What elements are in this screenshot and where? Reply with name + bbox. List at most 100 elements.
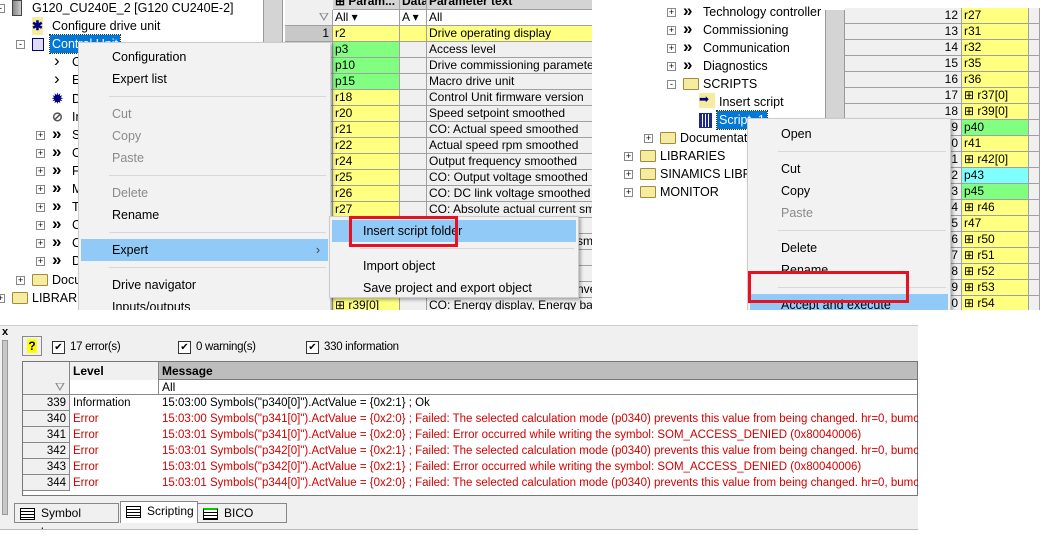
param-cell[interactable]: ⊞ r51 [962, 248, 1029, 264]
checkbox-17-error-s[interactable]: ✔ [52, 341, 65, 354]
param-cell[interactable]: r24 [333, 154, 400, 170]
close-icon[interactable]: x [2, 326, 8, 338]
param-cell[interactable]: r22 [333, 138, 400, 154]
tree-item-commissioning[interactable]: + » Commissioning [615, 20, 825, 39]
expand-icon[interactable]: + [624, 188, 633, 197]
tree-item-diagnostics[interactable]: + » Diagnostics [615, 56, 825, 75]
param-cell[interactable]: p40 [962, 120, 1029, 136]
menu-item-rename[interactable]: Rename [81, 204, 328, 226]
menu-item-configuration[interactable]: Configuration [81, 46, 328, 68]
param-cell[interactable]: ⊞ r42[0] [962, 152, 1029, 168]
row-number: 339 [23, 395, 70, 411]
menu-item-open[interactable]: Open [750, 123, 948, 145]
expand-icon[interactable]: + [624, 170, 633, 179]
expand-icon[interactable]: + [36, 166, 45, 176]
log-row[interactable]: 344 Error 15:03:01 Symbols("p344[0]").ActV… [23, 475, 918, 491]
menu-item-delete[interactable]: Delete [750, 237, 948, 259]
param-cell[interactable]: r20 [333, 106, 400, 122]
param-cell[interactable]: r2 [333, 26, 400, 42]
param-cell[interactable]: r31 [962, 24, 1029, 40]
column-header-level[interactable]: Level [70, 362, 159, 380]
menu-item-expert[interactable]: Expert › [81, 239, 328, 261]
expand-icon[interactable]: + [667, 62, 676, 71]
param-cell[interactable]: ⊞ r39[0] [962, 104, 1029, 120]
checkbox-0-warning-s[interactable]: ✔ [178, 341, 191, 354]
tree-item-configure-drive-unit[interactable]: ✱ Configure drive unit [0, 17, 262, 36]
filter-clear-icon[interactable]: ⛛ [23, 380, 70, 395]
param-cell[interactable]: r41 [962, 136, 1029, 152]
tree-item-insert-script[interactable]: ➡ Insert script [615, 93, 825, 111]
expand-icon[interactable]: + [36, 221, 45, 231]
param-cell[interactable]: r47 [962, 216, 1029, 232]
log-row[interactable]: 341 Error 15:03:01 Symbols("p341[0]").ActV… [23, 427, 917, 443]
param-cell[interactable]: p10 [333, 58, 400, 74]
expand-icon[interactable]: + [36, 130, 45, 140]
expand-icon[interactable]: + [36, 239, 45, 249]
param-cell[interactable]: r36 [962, 72, 1029, 88]
param-cell[interactable]: ⊞ r50 [962, 232, 1029, 248]
param-cell[interactable]: r25 [333, 170, 400, 186]
param-cell[interactable]: r18 [333, 90, 400, 106]
param-cell[interactable]: p45 [962, 184, 1029, 200]
filter-message-input[interactable]: All [159, 380, 917, 395]
param-cell[interactable]: ⊞ r37[0] [962, 88, 1029, 104]
expand-icon[interactable]: + [667, 44, 676, 53]
tree-item-technology-controller[interactable]: + » Technology controller [615, 2, 825, 21]
filter-level[interactable] [70, 380, 159, 395]
log-row[interactable]: 340 Error 15:03:00 Symbols("p341[0]").ActV… [23, 411, 918, 427]
log-row[interactable]: 343 Error 15:03:01 Symbols("p342[0]").ActV… [23, 459, 917, 475]
param-cell[interactable]: r21 [333, 122, 400, 138]
tree-item-g120-cu240e-2-g120-cu240e-2[interactable]: - G120_CU240E_2 [G120 CU240E-2] [0, 0, 262, 17]
param-cell[interactable]: ⊞ r54 [962, 296, 1029, 310]
expand-icon[interactable]: + [624, 152, 633, 161]
expand-icon[interactable]: + [36, 203, 45, 213]
menu-item-inputs-outputs[interactable]: Inputs/outputs [81, 296, 328, 310]
tree-item-communication[interactable]: + » Communication [615, 38, 825, 57]
collapse-icon[interactable]: - [0, 4, 5, 13]
param-cell[interactable]: ⊞ r46 [962, 200, 1029, 216]
param-cell[interactable]: ⊞ r39[0] [333, 298, 400, 310]
param-cell[interactable]: r32 [962, 40, 1029, 56]
menu-item-save-project-and-export-object[interactable]: Save project and export object [332, 277, 576, 299]
filter-text-input[interactable]: All [427, 10, 592, 26]
menu-item-drive-navigator[interactable]: Drive navigator [81, 274, 328, 296]
expand-icon[interactable]: + [0, 293, 5, 303]
filter-param-select[interactable]: All ▾ [333, 10, 400, 26]
collapse-icon[interactable]: - [667, 80, 676, 89]
tree-item-label: LIBRARIES [660, 149, 726, 163]
help-button[interactable]: ? [22, 336, 42, 356]
expand-icon[interactable]: + [667, 8, 676, 17]
menu-item-cut[interactable]: Cut [750, 158, 948, 180]
tree-item-scripts[interactable]: - SCRIPTS [615, 75, 825, 93]
expand-icon[interactable]: + [667, 26, 676, 35]
param-cell[interactable]: r26 [333, 186, 400, 202]
param-cell[interactable]: r27 [962, 8, 1029, 24]
tab-bico-server[interactable]: BICO server [197, 503, 287, 529]
expand-icon[interactable]: + [644, 134, 653, 143]
log-row[interactable]: 342 Error 15:03:01 Symbols("p342[0]").ActV… [23, 443, 918, 459]
param-cell[interactable]: r35 [962, 56, 1029, 72]
filter-clear-icon[interactable]: ⛛ [285, 10, 333, 26]
column-header-text[interactable]: Parameter text [427, 0, 592, 10]
filter-data-select[interactable]: A ▾ [400, 10, 427, 26]
expand-icon[interactable]: + [16, 275, 25, 285]
param-cell[interactable]: ⊞ r52 [962, 264, 1029, 280]
expand-icon[interactable]: + [36, 148, 45, 158]
collapse-icon[interactable]: - [16, 40, 25, 50]
expand-icon[interactable]: + [36, 257, 45, 267]
menu-item-import-object[interactable]: Import object [332, 255, 576, 277]
column-header-data[interactable]: Data [400, 0, 427, 10]
tab-symbol-browser[interactable]: Symbol browser [14, 503, 119, 529]
param-cell[interactable]: p3 [333, 42, 400, 58]
menu-item-copy[interactable]: Copy [750, 180, 948, 202]
param-cell[interactable]: ⊞ r53 [962, 280, 1029, 296]
column-header-param[interactable]: ⊞ Param... [333, 0, 400, 10]
menu-item-expert-list[interactable]: Expert list [81, 68, 328, 90]
column-header-message[interactable]: Message [159, 362, 917, 380]
param-cell[interactable]: p43 [962, 168, 1029, 184]
expand-icon[interactable]: + [36, 185, 45, 194]
log-row[interactable]: 339 Information 15:03:00 Symbols("p340[0]"… [23, 395, 917, 411]
checkbox-330-information[interactable]: ✔ [306, 341, 319, 354]
param-cell[interactable]: p15 [333, 74, 400, 90]
tab-scripting[interactable]: Scripting [120, 501, 198, 523]
